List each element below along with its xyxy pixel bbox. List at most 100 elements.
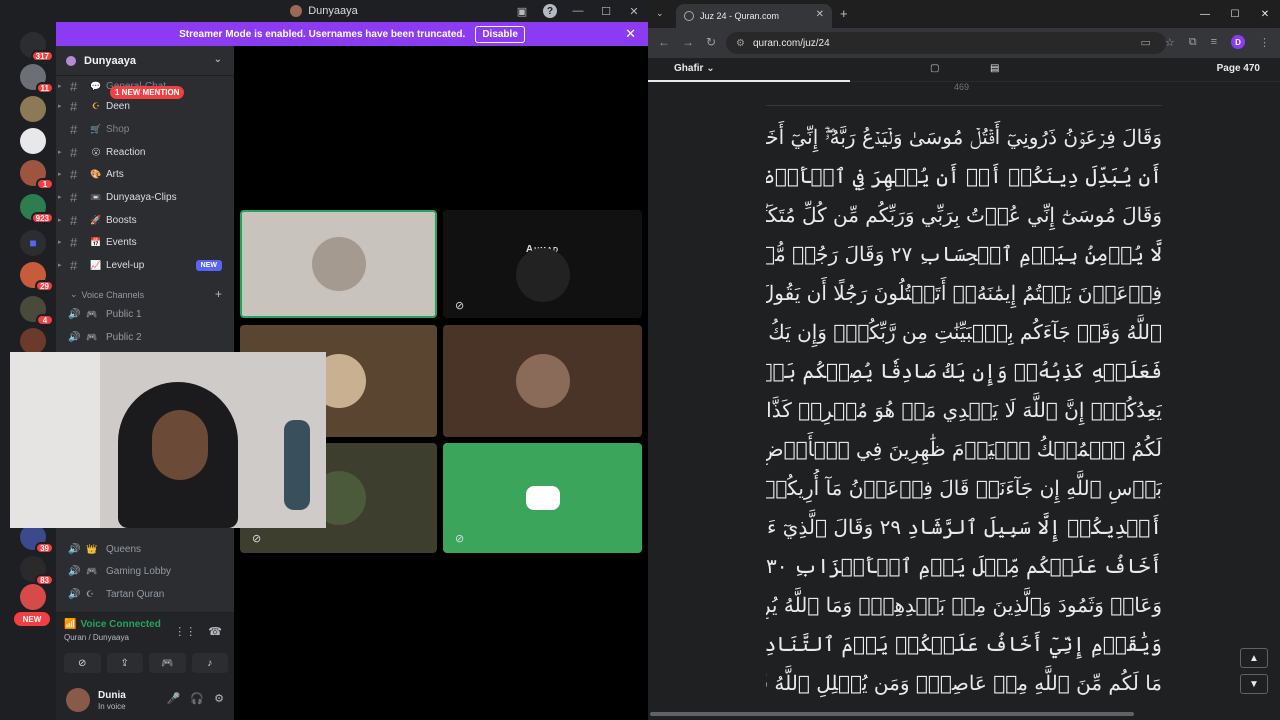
extensions-icon[interactable]: ⧉ bbox=[1189, 36, 1197, 49]
close-button[interactable]: ✕ bbox=[1250, 0, 1280, 28]
channel-item-shop[interactable]: # 🛒 Shop bbox=[56, 119, 234, 139]
back-arrow-icon[interactable]: ← bbox=[658, 35, 670, 49]
banner-text: Streamer Mode is enabled. Usernames have… bbox=[179, 28, 466, 40]
noise-suppression-icon[interactable]: ⋮⋮ bbox=[174, 625, 196, 638]
voice-channel-public-2[interactable]: 🔊 🎮 Public 2 bbox=[56, 327, 234, 347]
direct-messages-button[interactable]: 317 bbox=[20, 32, 54, 62]
tab-search-icon[interactable]: ⌄ bbox=[656, 8, 664, 19]
verse-line[interactable]: فَعَلَيۡهِ كَذِبُهُۥۖ وَإِن يَكُ صَادِقٗ… bbox=[766, 352, 1162, 391]
verse-line[interactable]: أَهۡدِيكُمۡ إِلَّا سَبِيلَ ٱلرَّشَادِ ٢٩… bbox=[766, 508, 1162, 547]
voice-channel-gaming-lobby[interactable]: 🔊 🎮 Gaming Lobby bbox=[56, 561, 234, 581]
close-icon[interactable]: ✕ bbox=[625, 26, 636, 42]
minimize-button[interactable]: — bbox=[564, 0, 592, 22]
avatar[interactable] bbox=[66, 688, 90, 712]
server-folder[interactable]: 923 bbox=[20, 194, 54, 224]
horizontal-scrollbar[interactable] bbox=[650, 712, 1134, 716]
server-icon[interactable]: 1 bbox=[20, 160, 54, 190]
url-field[interactable]: ⚙ quran.com/juz/24 bbox=[726, 32, 1166, 54]
screen-share-button[interactable]: ⇪ bbox=[106, 653, 143, 673]
server-icon[interactable]: 83 bbox=[20, 556, 54, 586]
add-channel-icon[interactable]: + bbox=[215, 287, 222, 301]
scroll-down-icon[interactable]: ▼ bbox=[1240, 674, 1268, 694]
verse-line[interactable]: وَعَادٖ وَثَمُودَ وَٱلَّذِينَ مِنۢ بَعۡد… bbox=[766, 586, 1162, 625]
voice-channel-label: Public 2 bbox=[106, 331, 142, 343]
site-info-icon[interactable]: ⚙ bbox=[736, 38, 745, 49]
voice-channel-queens[interactable]: 🔊 👑 Queens bbox=[56, 539, 234, 559]
verse-line[interactable]: وَيَٰقَوۡمِ إِنِّيٓ أَخَافُ عَلَيۡكُمۡ ي… bbox=[766, 625, 1162, 664]
tab-quran[interactable]: Juz 24 - Quran.com ✕ bbox=[676, 4, 832, 28]
voice-location[interactable]: Quran / Dunyaaya bbox=[64, 633, 129, 642]
camera-off-button[interactable]: ⊘ bbox=[64, 653, 101, 673]
help-icon[interactable]: ? bbox=[536, 0, 564, 22]
channel-item-boosts[interactable]: ▸ # 🚀 Boosts bbox=[56, 210, 234, 230]
new-tab-icon[interactable]: + bbox=[840, 6, 848, 21]
server-icon[interactable] bbox=[20, 96, 46, 122]
microphone-icon[interactable]: 🎤 bbox=[167, 692, 181, 705]
participant-tile[interactable] bbox=[240, 210, 437, 318]
channel-item-level-up[interactable]: ▸ # 📈 Level-up NEW bbox=[56, 255, 234, 275]
surah-selector[interactable]: Ghafir ⌄ bbox=[674, 63, 715, 74]
voice-channel-label: Tartan Quran bbox=[106, 588, 165, 600]
channel-item-events[interactable]: ▸ # 📅 Events bbox=[56, 232, 234, 252]
participant-tile[interactable]: Ahmad ⊘ bbox=[443, 210, 642, 318]
scroll-up-icon[interactable]: ▲ bbox=[1240, 648, 1268, 668]
channel-item-deen[interactable]: ▸ # ☪ Deen bbox=[56, 96, 234, 116]
voice-action-buttons: ⊘ ⇪ 🎮 ♪ bbox=[64, 653, 228, 673]
disable-streamer-mode-button[interactable]: Disable bbox=[475, 25, 525, 43]
settings-gear-icon[interactable]: ⚙ bbox=[214, 692, 224, 705]
disconnect-icon[interactable]: ☎ bbox=[208, 625, 222, 638]
server-icon[interactable]: 29 bbox=[20, 262, 54, 292]
server-icon[interactable] bbox=[20, 584, 46, 610]
voice-status[interactable]: 📶 Voice Connected bbox=[64, 619, 161, 630]
headphones-icon[interactable]: 🎧 bbox=[190, 692, 204, 705]
discord-window: Dunyaaya ▣ ? — ☐ ✕ 317 11 1 923 ■ 29 4 3… bbox=[0, 0, 648, 720]
verse-line[interactable]: ٱللَّهُ وَقَدۡ جَآءَكُم بِٱلۡبَيِّنَٰتِ … bbox=[766, 313, 1162, 352]
verse-line[interactable]: لَكُمُ ٱلۡمُلۡكُ ٱلۡيَوۡمَ ظَٰهِرِينَ فِ… bbox=[766, 430, 1162, 469]
verse-line[interactable]: مَا لَكُم مِّنَ ٱللَّهِ مِنۡ عَاصِمٖۗ وَ… bbox=[766, 664, 1162, 703]
inbox-icon[interactable]: ▣ bbox=[508, 0, 536, 22]
verse-line[interactable]: وَقَالَ مُوسَىٰٓ إِنِّي عُذۡتُ بِرَبِّي … bbox=[766, 196, 1162, 235]
server-icon[interactable]: 11 bbox=[20, 64, 54, 94]
server-icon[interactable] bbox=[20, 128, 46, 154]
menu-icon[interactable]: ⋮ bbox=[1259, 36, 1270, 49]
channel-item-reaction[interactable]: ▸ # 😮 Reaction bbox=[56, 142, 234, 162]
voice-channel-public-1[interactable]: 🔊 🎮 Public 1 bbox=[56, 304, 234, 324]
verse-line[interactable]: بَأۡسِ ٱللَّهِ إِن جَآءَنَاۚ قَالَ فِرۡع… bbox=[766, 469, 1162, 508]
cast-icon[interactable]: ▭ bbox=[1140, 36, 1150, 49]
verse-line[interactable]: لَّا يُؤۡمِنُ بِيَوۡمِ ٱلۡحِسَابِ ٢٧ وَق… bbox=[766, 235, 1162, 274]
guild-header[interactable]: Dunyaaya ⌄ bbox=[56, 46, 234, 76]
bookmark-star-icon[interactable]: ☆ bbox=[1165, 36, 1175, 49]
close-tab-icon[interactable]: ✕ bbox=[816, 9, 824, 20]
channel-label: Shop bbox=[106, 123, 130, 135]
verse-line[interactable]: وَقَالَ فِرۡعَوۡنُ ذَرُونِيٓ أَقۡتُلۡ مُ… bbox=[766, 118, 1162, 157]
verse-line[interactable]: يَعِدُكُمۡۖ إِنَّ ٱللَّهَ لَا يَهۡدِي مَ… bbox=[766, 391, 1162, 430]
folder-icon[interactable]: ■ bbox=[20, 230, 46, 256]
channel-item-arts[interactable]: ▸ # 🎨 Arts bbox=[56, 164, 234, 184]
channel-item-dunyaaya-clips[interactable]: ▸ # 📼 Dunyaaya-Clips bbox=[56, 187, 234, 207]
channel-emoji: 🎨 bbox=[90, 168, 102, 179]
reading-mode-icon[interactable]: ▤ bbox=[990, 63, 999, 74]
voice-channel-tartan-quran[interactable]: 🔊 ☪ Tartan Quran bbox=[56, 584, 234, 604]
maximize-button[interactable]: ☐ bbox=[592, 0, 620, 22]
page-divider bbox=[766, 105, 1162, 106]
verse-line[interactable]: أَن يُبَدِّلَ دِينَكُمۡ أَوۡ أَن يُظۡهِر… bbox=[766, 157, 1162, 196]
soundboard-button[interactable]: ♪ bbox=[191, 653, 228, 673]
profile-avatar[interactable]: D bbox=[1231, 35, 1245, 49]
server-icon[interactable] bbox=[20, 328, 46, 354]
new-server-badge: NEW bbox=[14, 612, 50, 626]
verse-line[interactable]: فِرۡعَوۡنَ يَكۡتُمُ إِيمَٰنَهُۥٓ أَتَقۡت… bbox=[766, 274, 1162, 313]
maximize-button[interactable]: ☐ bbox=[1220, 0, 1250, 28]
channel-emoji: 🎮 bbox=[86, 565, 98, 576]
close-button[interactable]: ✕ bbox=[620, 0, 648, 22]
media-icon[interactable]: ≡ bbox=[1211, 36, 1217, 48]
activity-button[interactable]: 🎮 bbox=[149, 653, 186, 673]
participant-tile[interactable] bbox=[443, 325, 642, 437]
voice-category-header[interactable]: ⌄ Voice Channels bbox=[70, 289, 144, 300]
translation-mode-icon[interactable]: ▢ bbox=[930, 63, 939, 74]
minimize-button[interactable]: — bbox=[1190, 0, 1220, 28]
server-icon[interactable]: 4 bbox=[20, 296, 54, 326]
participant-tile[interactable]: ⊘ bbox=[443, 443, 642, 553]
verse-line[interactable]: أَخَافُ عَلَيۡكُم مِّثۡلَ يَوۡمِ ٱلۡأَحۡ… bbox=[766, 547, 1162, 586]
reload-icon[interactable]: ↻ bbox=[706, 35, 716, 49]
forward-arrow-icon[interactable]: → bbox=[682, 35, 694, 49]
